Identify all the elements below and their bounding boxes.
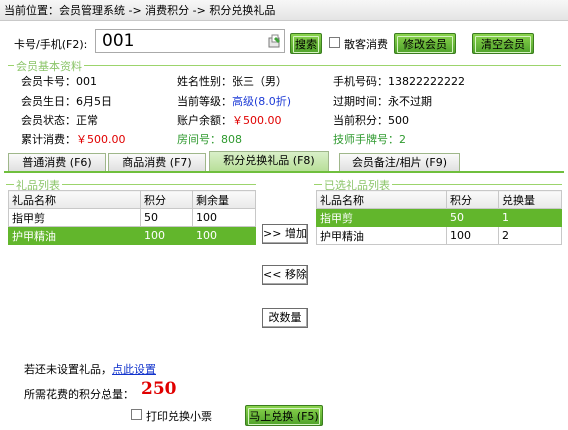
table-row[interactable]: 指甲剪 50 100 xyxy=(8,208,256,227)
edit-member-button[interactable]: 修改会员 xyxy=(394,33,456,54)
member-phone: 手机号码：13822222222 xyxy=(333,75,465,88)
member-balance: 账户余额：￥500.00 xyxy=(177,114,282,127)
selected-list-table: 礼品名称 积分 兑换量 指甲剪 50 1 护甲精油 100 2 xyxy=(316,190,562,245)
table-row[interactable]: 护甲精油 100 2 xyxy=(316,226,562,245)
gift-row-points: 50 xyxy=(140,208,193,227)
member-card-no: 会员卡号：001 xyxy=(21,75,97,88)
member-status: 会员状态：正常 xyxy=(21,114,98,127)
table-row[interactable]: 指甲剪 50 1 xyxy=(316,208,562,227)
print-receipt-checkbox[interactable] xyxy=(131,409,142,420)
selected-row-points: 50 xyxy=(446,208,499,227)
selected-row-points: 100 xyxy=(446,226,499,245)
member-expire: 过期时间：永不过期 xyxy=(333,95,432,108)
member-total: 累计消费：￥500.00 xyxy=(21,133,126,146)
member-room: 房间号：808 xyxy=(177,133,242,146)
setup-hint-text: 若还未设置礼品， xyxy=(24,363,112,376)
gift-row-name: 指甲剪 xyxy=(8,208,141,227)
selected-row-name: 护甲精油 xyxy=(316,226,447,245)
card-number-input[interactable]: 001 xyxy=(95,29,285,53)
search-button[interactable]: 搜索 xyxy=(290,33,322,54)
gift-list-table: 礼品名称 积分 剩余量 指甲剪 50 100 护甲精油 100 100 xyxy=(8,190,256,245)
tab-points-gift[interactable]: 积分兑换礼品 (F8) xyxy=(209,151,329,171)
gift-row-name: 护甲精油 xyxy=(8,226,141,245)
card-number-label: 卡号/手机(F2): xyxy=(14,38,88,51)
tab-normal-consume[interactable]: 普通消费 (F6) xyxy=(8,153,106,171)
selected-col-qty[interactable]: 兑换量 xyxy=(498,190,562,209)
document-edit-icon[interactable] xyxy=(267,34,281,48)
table-row[interactable]: 护甲精油 100 100 xyxy=(8,226,256,245)
member-tech: 技师手牌号：2 xyxy=(333,133,406,146)
member-info-legend: 会员基本资料 xyxy=(14,58,84,74)
points-total-value: 250 xyxy=(141,379,177,399)
tab-member-notes[interactable]: 会员备注/相片 (F9) xyxy=(339,153,460,171)
add-button[interactable]: >> 增加 xyxy=(262,224,308,244)
selected-row-qty: 1 xyxy=(498,208,562,227)
walk-in-checkbox[interactable] xyxy=(329,37,340,48)
setup-gift-link[interactable]: 点此设置 xyxy=(112,363,156,376)
member-points: 当前积分：500 xyxy=(333,114,409,127)
breadcrumb: 当前位置：会员管理系统 -> 消费积分 -> 积分兑换礼品 xyxy=(0,0,568,21)
card-number-value: 001 xyxy=(102,31,135,51)
gift-col-name[interactable]: 礼品名称 xyxy=(8,190,141,209)
gift-row-remain: 100 xyxy=(192,208,256,227)
walk-in-label: 散客消费 xyxy=(344,38,388,51)
member-birthday: 会员生日：6月5日 xyxy=(21,95,112,108)
selected-col-points[interactable]: 积分 xyxy=(446,190,499,209)
print-receipt-label: 打印兑换小票 xyxy=(146,410,212,423)
tab-bar: 普通消费 (F6) 商品消费 (F7) 积分兑换礼品 (F8) 会员备注/相片 … xyxy=(4,150,564,173)
tab-goods-consume[interactable]: 商品消费 (F7) xyxy=(108,153,206,171)
clear-member-button[interactable]: 清空会员 xyxy=(472,33,534,54)
member-name: 姓名性别：张三（男） xyxy=(177,75,287,88)
setup-hint: 若还未设置礼品，点此设置 xyxy=(24,361,156,377)
points-total-label: 所需花费的积分总量： xyxy=(24,388,134,401)
member-level: 当前等级：高级(8.0折) xyxy=(177,95,292,108)
gift-col-remain[interactable]: 剩余量 xyxy=(192,190,256,209)
selected-col-name[interactable]: 礼品名称 xyxy=(316,190,447,209)
gift-col-points[interactable]: 积分 xyxy=(140,190,193,209)
gift-row-remain: 100 xyxy=(192,226,256,245)
member-info-frame xyxy=(8,65,561,66)
gift-row-points: 100 xyxy=(140,226,193,245)
selected-row-name: 指甲剪 xyxy=(316,208,447,227)
exchange-now-button[interactable]: 马上兑换 (F5) xyxy=(245,405,323,426)
change-qty-button[interactable]: 改数量 xyxy=(262,308,308,328)
remove-button[interactable]: << 移除 xyxy=(262,265,308,285)
selected-row-qty: 2 xyxy=(498,226,562,245)
